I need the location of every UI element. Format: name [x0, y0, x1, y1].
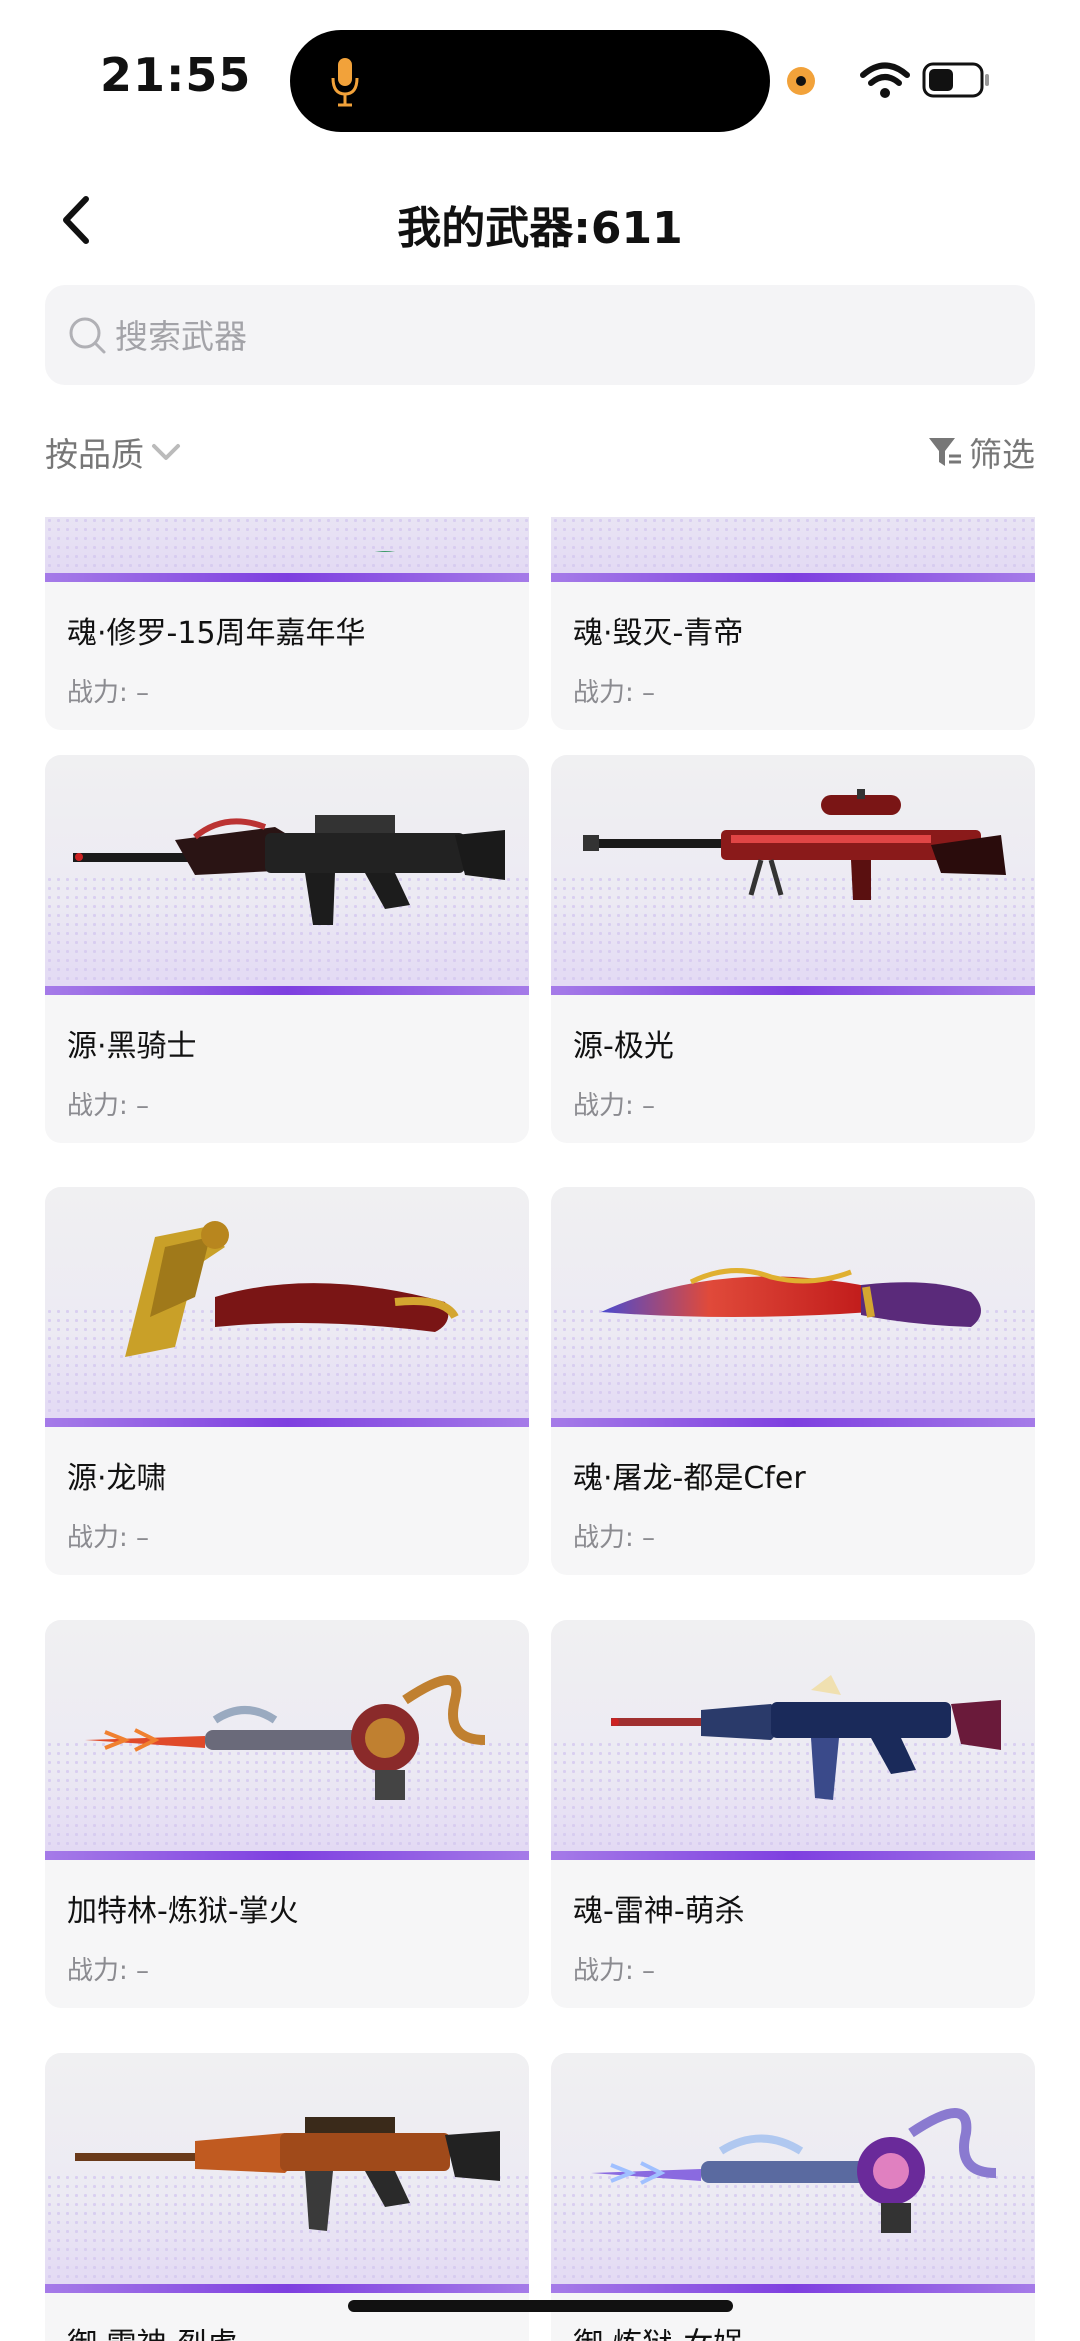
search-input[interactable]	[113, 285, 997, 387]
weapon-card[interactable]: 源·黑骑士 战力: –	[45, 755, 529, 1143]
weapon-image	[45, 1620, 529, 1860]
rarity-bar	[551, 1418, 1035, 1427]
sort-by-quality-button[interactable]: 按品质	[45, 428, 182, 476]
weapon-grid: 魂·修罗-15周年嘉年华 战力: – 魂·毁灭-青帝 战力: – 源·黑骑士 战…	[0, 517, 1080, 2341]
weapon-power: 战力: –	[67, 1523, 150, 1553]
microphone-icon	[331, 58, 359, 107]
weapon-card[interactable]: 源-极光 战力: –	[551, 755, 1035, 1143]
weapon-name: 魂-雷神-萌杀	[573, 1894, 745, 1929]
weapon-card[interactable]: 魂·毁灭-青帝 战力: –	[551, 517, 1035, 730]
weapon-name: 加特林-炼狱-掌火	[67, 1894, 299, 1929]
sniper-icon	[571, 517, 1015, 552]
search-bar[interactable]	[45, 285, 1035, 387]
chevron-down-icon	[152, 444, 180, 460]
weapon-name: 源·黑骑士	[67, 1029, 197, 1064]
wifi-icon	[860, 62, 910, 98]
sniper-icon	[583, 789, 1006, 900]
weapon-image	[45, 2053, 529, 2293]
rifle-icon	[611, 1675, 1001, 1800]
weapon-card[interactable]: 御·雷神-烈虎	[45, 2053, 529, 2341]
weapon-image	[45, 517, 529, 582]
dynamic-island	[290, 30, 770, 132]
knife-icon	[601, 1268, 981, 1327]
status-time: 21:55	[100, 48, 252, 102]
gatling-icon	[591, 2108, 997, 2233]
weapon-image	[551, 1187, 1035, 1427]
weapon-power: 战力: –	[573, 678, 656, 708]
weapon-image	[551, 1620, 1035, 1860]
rifle-icon	[73, 815, 505, 925]
weapon-name: 魂·毁灭-青帝	[573, 616, 744, 651]
weapon-image	[551, 517, 1035, 582]
weapon-image	[551, 2053, 1035, 2293]
weapon-card[interactable]: 魂·修罗-15周年嘉年华 战力: –	[45, 517, 529, 730]
page-title: 我的武器:611	[397, 203, 683, 254]
weapon-power: 战力: –	[67, 1956, 150, 1986]
weapon-card[interactable]: 源·龙啸 战力: –	[45, 1187, 529, 1575]
battery-icon	[922, 62, 989, 98]
weapon-card[interactable]: 御·炼狱-女娲	[551, 2053, 1035, 2341]
weapon-card[interactable]: 魂-雷神-萌杀 战力: –	[551, 1620, 1035, 2008]
home-indicator[interactable]	[348, 2300, 733, 2312]
rarity-bar	[45, 986, 529, 995]
search-icon	[69, 317, 106, 354]
weapon-image	[45, 755, 529, 995]
rarity-bar	[551, 2284, 1035, 2293]
rifle-icon	[75, 2117, 500, 2231]
weapon-card[interactable]: 魂·屠龙-都是Cfer 战力: –	[551, 1187, 1035, 1575]
axe-icon	[125, 1221, 459, 1357]
sort-label: 按品质	[45, 435, 144, 474]
weapon-name: 魂·修罗-15周年嘉年华	[67, 616, 366, 651]
weapon-name: 源-极光	[573, 1029, 674, 1064]
filter-label: 筛选	[969, 435, 1035, 474]
rifle-icon	[374, 551, 396, 552]
rarity-bar	[551, 573, 1035, 582]
weapon-image	[551, 755, 1035, 995]
weapon-name: 源·龙啸	[67, 1461, 167, 1496]
rarity-bar	[45, 1418, 529, 1427]
weapon-card[interactable]: 加特林-炼狱-掌火 战力: –	[45, 1620, 529, 2008]
weapon-name: 御·雷神-烈虎	[67, 2319, 237, 2341]
recording-indicator-icon	[787, 67, 815, 95]
weapon-name: 御·炼狱-女娲	[573, 2319, 743, 2341]
filter-button[interactable]: 筛选	[927, 428, 1035, 476]
rarity-bar	[45, 1851, 529, 1860]
weapon-power: 战力: –	[573, 1091, 656, 1121]
weapon-power: 战力: –	[573, 1523, 656, 1553]
rarity-bar	[551, 986, 1035, 995]
rarity-bar	[45, 573, 529, 582]
filter-icon	[929, 438, 961, 466]
weapon-name: 魂·屠龙-都是Cfer	[573, 1461, 806, 1496]
rarity-bar	[551, 1851, 1035, 1860]
weapon-power: 战力: –	[67, 678, 150, 708]
weapon-power: 战力: –	[573, 1956, 656, 1986]
rarity-bar	[45, 2284, 529, 2293]
weapon-image	[45, 1187, 529, 1427]
gatling-icon	[85, 1675, 486, 1800]
weapon-power: 战力: –	[67, 1091, 150, 1121]
